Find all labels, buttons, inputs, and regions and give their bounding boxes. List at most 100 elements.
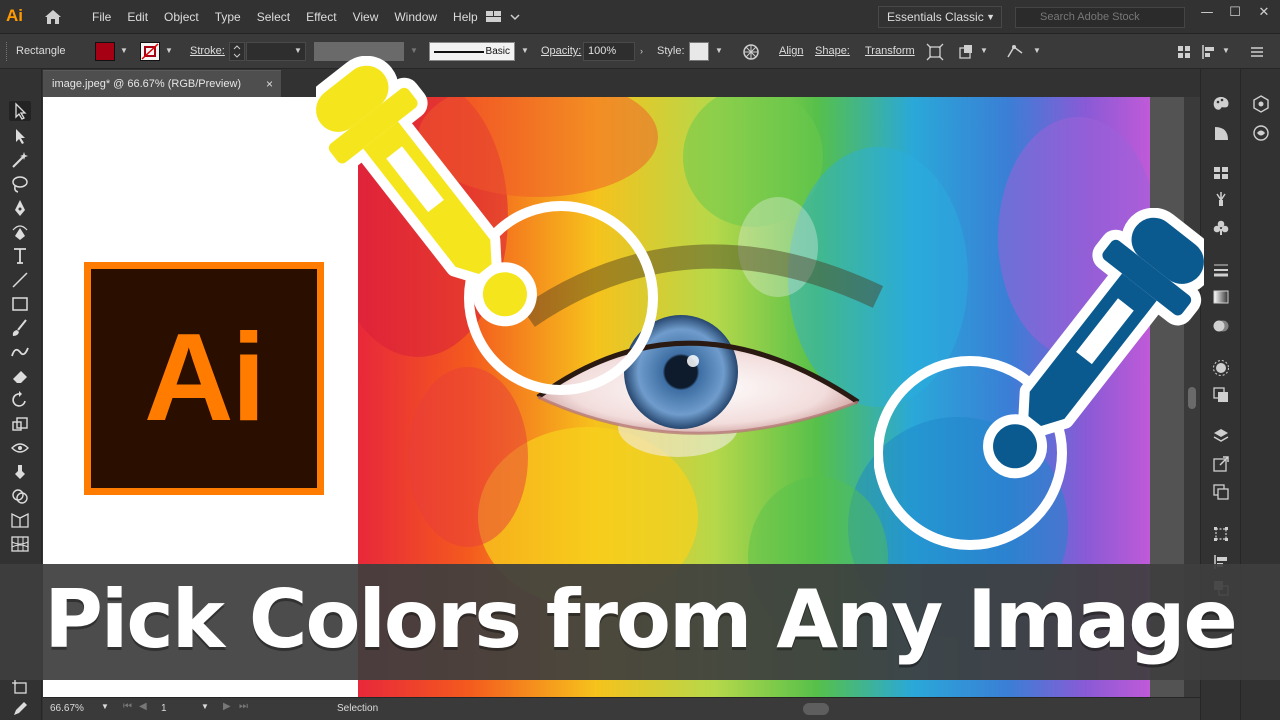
chevron-down-icon[interactable]: ▼ [1222, 46, 1230, 55]
puppet-warp-tool-icon[interactable] [9, 462, 31, 482]
symbols-icon[interactable] [1212, 219, 1230, 237]
swatches-icon[interactable] [1212, 164, 1230, 182]
menu-object[interactable]: Object [156, 0, 207, 34]
menu-help[interactable]: Help [445, 0, 486, 34]
selection-tool-icon[interactable] [9, 101, 31, 121]
align-options-icon[interactable] [1200, 43, 1218, 61]
scale-tool-icon[interactable] [9, 414, 31, 434]
chevron-down-icon[interactable]: ▼ [120, 46, 128, 55]
shaper-tool-icon[interactable] [9, 342, 31, 362]
status-bar: 66.67% ▼ ⏮ ◀ 1 ▼ ▶ ⏭ Selection [43, 697, 1200, 720]
perspective-grid-tool-icon[interactable] [9, 510, 31, 530]
close-window-icon[interactable]: ✕ [1253, 4, 1275, 22]
menu-effect[interactable]: Effect [298, 0, 344, 34]
last-artboard-icon[interactable]: ⏭ [239, 701, 248, 712]
chevron-right-icon[interactable]: › [640, 46, 643, 56]
export-icon[interactable] [1212, 455, 1230, 473]
maximize-icon[interactable]: ☐ [1224, 4, 1246, 22]
chevron-down-icon[interactable]: ▼ [165, 46, 173, 55]
menu-select[interactable]: Select [249, 0, 298, 34]
mesh-tool-icon[interactable] [9, 534, 31, 554]
magic-wand-tool-icon[interactable] [9, 150, 31, 170]
workspace-switcher[interactable]: Essentials Classic ▼ [878, 6, 1002, 28]
graphic-style-swatch[interactable] [689, 42, 709, 61]
artboard-number-field[interactable]: 1 [157, 701, 197, 717]
artboard-tool-icon[interactable] [9, 677, 31, 697]
menu-edit[interactable]: Edit [119, 0, 156, 34]
color-guide-icon[interactable] [1212, 124, 1230, 142]
recolor-artwork-icon[interactable] [742, 43, 760, 61]
layers-icon[interactable] [1212, 427, 1230, 445]
color-palette-icon[interactable] [1212, 95, 1230, 113]
transform-each-icon[interactable] [926, 43, 944, 61]
lasso-tool-icon[interactable] [9, 174, 31, 194]
artboards-icon[interactable] [1212, 483, 1230, 501]
rotate-tool-icon[interactable] [9, 390, 31, 410]
stroke-label[interactable]: Stroke: [190, 45, 225, 57]
menu-window[interactable]: Window [386, 0, 445, 34]
appearance-icon[interactable] [1212, 359, 1230, 377]
chevron-down-icon: ▼ [986, 12, 995, 22]
panel-menu-icon[interactable] [1248, 43, 1266, 61]
main-menu: File Edit Object Type Select Effect View… [84, 0, 486, 34]
first-artboard-icon[interactable]: ⏮ [123, 701, 132, 712]
rectangle-tool-icon[interactable] [9, 294, 31, 314]
zoom-level-field[interactable]: 66.67% [46, 701, 96, 717]
shape-link[interactable]: Shape: [815, 45, 850, 57]
line-tool-icon[interactable] [9, 270, 31, 290]
chevron-down-icon[interactable]: ▼ [201, 702, 209, 711]
chevron-down-icon[interactable]: ▼ [101, 702, 109, 711]
stroke-swatch[interactable] [140, 42, 160, 61]
fill-swatch[interactable] [95, 42, 115, 61]
menu-file[interactable]: File [84, 0, 119, 34]
align-link[interactable]: Align [779, 45, 803, 57]
menu-view[interactable]: View [345, 0, 387, 34]
pen-tool-icon[interactable] [9, 198, 31, 218]
home-icon[interactable] [42, 7, 64, 27]
chevron-down-icon[interactable]: ▼ [521, 46, 529, 55]
next-artboard-icon[interactable]: ▶ [223, 701, 231, 712]
gradient-icon[interactable] [1212, 288, 1230, 306]
paintbrush-tool-icon[interactable] [9, 318, 31, 338]
chevron-down-icon[interactable]: ▼ [980, 46, 988, 55]
chevron-down-icon[interactable]: ▼ [1033, 46, 1041, 55]
chevron-down-icon[interactable]: ▼ [294, 46, 302, 55]
libraries-icon[interactable] [1252, 124, 1270, 142]
panel-gripper[interactable] [6, 42, 9, 61]
isolate-object-icon[interactable] [957, 43, 975, 61]
illustrator-logo-text: Ai [144, 309, 266, 447]
horizontal-scroll-thumb[interactable] [803, 703, 829, 715]
minimize-icon[interactable]: — [1196, 4, 1218, 22]
transform-link[interactable]: Transform [865, 45, 915, 57]
arrange-documents-button[interactable] [484, 8, 524, 26]
properties-icon[interactable] [1252, 95, 1270, 113]
close-tab-icon[interactable]: × [266, 71, 273, 98]
grid-options-icon[interactable] [1175, 43, 1193, 61]
menu-type[interactable]: Type [207, 0, 249, 34]
puppet-warp-icon[interactable] [1006, 43, 1024, 61]
brushes-icon[interactable] [1212, 190, 1230, 208]
app-logo[interactable]: Ai [6, 5, 30, 27]
chevron-down-icon[interactable]: ▼ [715, 46, 723, 55]
curvature-tool-icon[interactable] [9, 222, 31, 242]
document-tab[interactable]: image.jpeg* @ 66.67% (RGB/Preview) × [43, 70, 281, 97]
yellow-eyedropper-icon [316, 56, 658, 395]
blue-eyedropper-icon [874, 208, 1204, 550]
pencil-tool-icon[interactable] [9, 699, 31, 719]
chevron-down-icon[interactable]: ▼ [410, 46, 418, 55]
direct-selection-tool-icon[interactable] [9, 126, 31, 146]
menu-bar: Ai File Edit Object Type Select Effect V… [0, 0, 1280, 34]
search-stock-input[interactable]: Search Adobe Stock [1015, 7, 1185, 28]
previous-artboard-icon[interactable]: ◀ [139, 701, 147, 712]
type-tool-icon[interactable] [9, 246, 31, 266]
transparency-icon[interactable] [1212, 317, 1230, 335]
shape-builder-tool-icon[interactable] [9, 486, 31, 506]
stroke-stepper[interactable] [229, 42, 245, 61]
title-banner: Pick Colors from Any Image [0, 564, 1280, 680]
current-tool-status[interactable]: Selection [333, 701, 413, 717]
eraser-tool-icon[interactable] [9, 366, 31, 386]
stroke-panel-icon[interactable] [1212, 261, 1230, 279]
graphic-styles-icon[interactable] [1212, 386, 1230, 404]
width-tool-icon[interactable] [9, 438, 31, 458]
transform-panel-icon[interactable] [1212, 525, 1230, 543]
